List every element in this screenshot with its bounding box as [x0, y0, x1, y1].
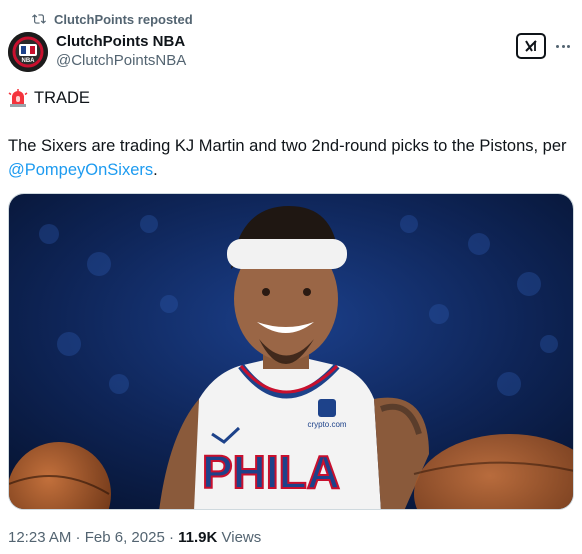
- repost-icon: [32, 14, 46, 24]
- tweet-meta: 12:23 AM · Feb 6, 2025 · 11.9K Views: [8, 528, 261, 548]
- sponsor-text: crypto.com: [307, 420, 346, 429]
- grok-button[interactable]: [516, 33, 546, 59]
- meta-separator: ·: [71, 529, 85, 546]
- tweet-text: The Sixers are trading KJ Martin and two…: [8, 134, 578, 182]
- avatar-text: NBA: [22, 58, 36, 64]
- x-grok-icon: [525, 40, 537, 52]
- tweet-date[interactable]: Feb 6, 2025: [85, 529, 165, 546]
- views-count: 11.9K: [178, 529, 218, 546]
- tweet-label: TRADE: [34, 89, 90, 107]
- more-dot: [556, 44, 559, 48]
- player-photo: PHILA crypto.com: [9, 194, 573, 509]
- author-handle[interactable]: @ClutchPointsNBA: [56, 51, 186, 71]
- more-icon[interactable]: [552, 38, 574, 54]
- tweet-time[interactable]: 12:23 AM: [8, 529, 71, 546]
- mention-link[interactable]: @PompeyOnSixers: [8, 161, 153, 179]
- more-dot: [567, 44, 570, 48]
- repost-text: ClutchPoints reposted: [54, 11, 193, 27]
- repost-indicator[interactable]: ClutchPoints reposted: [32, 10, 193, 28]
- jersey-text: PHILA: [202, 446, 340, 498]
- avatar[interactable]: NBA: [8, 32, 48, 72]
- tweet-label-line: TRADE: [8, 87, 90, 109]
- views-label: Views: [217, 529, 262, 546]
- tweet-text-end: .: [153, 161, 158, 179]
- tweet-text-main: The Sixers are trading KJ Martin and two…: [8, 137, 567, 155]
- avatar-logo: NBA: [8, 32, 48, 72]
- meta-separator: ·: [164, 529, 179, 546]
- tweet-media-image[interactable]: PHILA crypto.com: [8, 193, 574, 510]
- siren-icon: [8, 89, 28, 107]
- author-name[interactable]: ClutchPoints NBA: [56, 32, 186, 51]
- author-block[interactable]: ClutchPoints NBA @ClutchPointsNBA: [56, 32, 186, 71]
- more-dot: [561, 44, 565, 48]
